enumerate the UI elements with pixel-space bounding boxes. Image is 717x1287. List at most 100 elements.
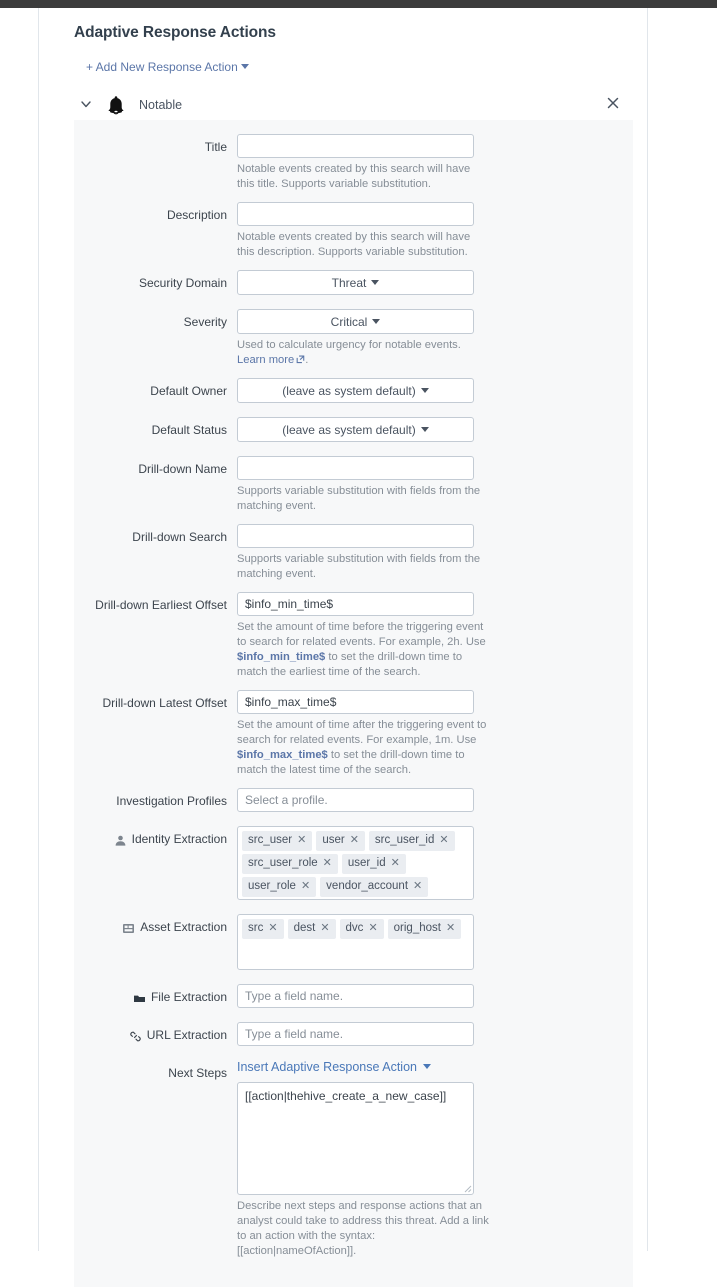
drilldown-earliest-hint-a: Set the amount of time before the trigge…: [237, 621, 486, 648]
token[interactable]: user_id ✕: [341, 854, 406, 874]
drilldown-search-input[interactable]: [237, 524, 474, 548]
chevron-down-icon: [372, 319, 381, 324]
token[interactable]: orig_host ✕: [387, 919, 462, 939]
default-owner-select[interactable]: (leave as system default): [237, 378, 474, 403]
drilldown-earliest-input[interactable]: [237, 592, 474, 616]
server-icon: [122, 922, 135, 935]
asset-extraction-label: Asset Extraction: [140, 920, 227, 934]
form-row-drilldown-latest: Drill-down Latest Offset Set the amount …: [74, 690, 633, 788]
next-steps-label: Next Steps: [168, 1066, 227, 1080]
remove-token-icon[interactable]: ✕: [323, 858, 332, 869]
folder-icon: [133, 992, 146, 1005]
remove-token-icon[interactable]: ✕: [301, 881, 310, 892]
token[interactable]: dest ✕: [287, 919, 336, 939]
token[interactable]: user ✕: [316, 831, 365, 851]
severity-label: Severity: [183, 315, 227, 329]
drilldown-search-label: Drill-down Search: [132, 530, 227, 544]
description-input[interactable]: [237, 202, 474, 226]
token[interactable]: src ✕: [242, 919, 284, 939]
insert-adaptive-response-action-label: Insert Adaptive Response Action: [237, 1060, 417, 1074]
adaptive-response-actions-panel: Adaptive Response Actions + Add New Resp…: [39, 8, 647, 1287]
form-row-asset-extraction: Asset Extraction src ✕ dest ✕ dvc ✕ orig_ho…: [74, 914, 633, 984]
remove-token-icon[interactable]: ✕: [320, 923, 329, 934]
chevron-down-icon[interactable]: [79, 97, 93, 111]
url-extraction-input[interactable]: [237, 1022, 474, 1046]
form-row-investigation-profiles: Investigation Profiles: [74, 788, 633, 826]
remove-token-icon[interactable]: ✕: [297, 835, 306, 846]
drilldown-name-label: Drill-down Name: [138, 462, 227, 476]
token-label: user: [322, 834, 345, 846]
insert-adaptive-response-action-button[interactable]: Insert Adaptive Response Action: [237, 1060, 431, 1074]
window-top-bar: [0, 0, 717, 8]
token[interactable]: vendor_account ✕: [320, 877, 429, 897]
drilldown-latest-input[interactable]: [237, 690, 474, 714]
learn-more-link[interactable]: Learn more: [237, 354, 294, 366]
token[interactable]: src_user_id ✕: [368, 831, 455, 851]
action-name-label: Notable: [139, 98, 183, 112]
default-status-select[interactable]: (leave as system default): [237, 417, 474, 442]
token-label: vendor_account: [326, 880, 409, 892]
token[interactable]: src_user_role ✕: [242, 854, 338, 874]
form-row-severity: Severity Critical Used to calculate urge…: [74, 309, 633, 378]
external-link-icon: [296, 355, 305, 364]
token-label: orig_host: [393, 922, 441, 934]
remove-token-icon[interactable]: ✕: [350, 835, 359, 846]
description-label: Description: [166, 208, 227, 222]
remove-token-icon[interactable]: ✕: [439, 835, 448, 846]
title-hint: Notable events created by this search wi…: [237, 163, 471, 190]
title-input[interactable]: [237, 134, 474, 158]
token[interactable]: src_user ✕: [242, 831, 313, 851]
chevron-down-icon: [420, 427, 429, 432]
token-label: src_user_id: [374, 834, 435, 846]
drilldown-latest-hint-code: $info_max_time$: [237, 749, 328, 761]
token[interactable]: dvc ✕: [339, 919, 384, 939]
drilldown-name-input[interactable]: [237, 456, 474, 480]
form-row-description: Description Notable events created by th…: [74, 202, 633, 270]
remove-token-icon[interactable]: ✕: [391, 858, 400, 869]
remove-token-icon[interactable]: ✕: [413, 881, 422, 892]
token[interactable]: user_role ✕: [242, 877, 317, 897]
token-label: user_id: [347, 857, 386, 869]
notable-action-header: Notable: [39, 90, 647, 120]
chevron-down-icon: [420, 388, 429, 393]
drilldown-latest-hint: Set the amount of time after the trigger…: [237, 718, 490, 778]
form-row-url-extraction: URL Extraction: [74, 1022, 633, 1060]
identity-extraction-tokenbox[interactable]: src_user ✕ user ✕ src_user_id ✕ src_user_ro…: [237, 826, 474, 900]
token-label: user_role: [248, 880, 296, 892]
description-hint: Notable events created by this search wi…: [237, 231, 471, 258]
file-extraction-label-wrap: File Extraction: [74, 984, 237, 1004]
remove-token-icon[interactable]: ✕: [268, 923, 277, 934]
drilldown-latest-hint-a: Set the amount of time after the trigger…: [237, 719, 487, 746]
remove-token-icon[interactable]: ✕: [368, 923, 377, 934]
investigation-profiles-input[interactable]: [237, 788, 474, 812]
drilldown-latest-label: Drill-down Latest Offset: [102, 696, 228, 710]
file-extraction-input[interactable]: [237, 984, 474, 1008]
severity-hint: Used to calculate urgency for notable ev…: [237, 338, 490, 368]
token-label: src_user: [248, 834, 293, 846]
bell-icon: [105, 94, 127, 116]
asset-extraction-tokenbox[interactable]: src ✕ dest ✕ dvc ✕ orig_host ✕: [237, 914, 474, 970]
drilldown-earliest-hint-code: $info_min_time$: [237, 651, 326, 663]
severity-select[interactable]: Critical: [237, 309, 474, 334]
security-domain-select[interactable]: Threat: [237, 270, 474, 295]
title-label: Title: [204, 140, 227, 154]
default-status-value: (leave as system default): [282, 422, 416, 437]
url-extraction-label: URL Extraction: [146, 1028, 227, 1042]
page-title: Adaptive Response Actions: [74, 24, 276, 41]
form-row-drilldown-earliest: Drill-down Earliest Offset Set the amoun…: [74, 592, 633, 690]
file-extraction-label: File Extraction: [150, 990, 227, 1004]
chevron-down-icon: [422, 1064, 431, 1070]
next-steps-hint: Describe next steps and response actions…: [237, 1200, 489, 1257]
add-new-response-action-button[interactable]: + Add New Response Action: [86, 60, 249, 74]
next-steps-textarea[interactable]: [237, 1082, 474, 1195]
remove-token-icon[interactable]: ✕: [446, 923, 455, 934]
next-steps-textarea-wrap: [237, 1082, 474, 1195]
form-row-identity-extraction: Identity Extraction src_user ✕ user ✕ src_…: [74, 826, 633, 914]
form-row-default-status: Default Status (leave as system default): [74, 417, 633, 456]
default-owner-value: (leave as system default): [282, 383, 416, 398]
close-icon[interactable]: [605, 95, 621, 111]
form-row-default-owner: Default Owner (leave as system default): [74, 378, 633, 417]
form-row-drilldown-name: Drill-down Name Supports variable substi…: [74, 456, 633, 524]
security-domain-value: Threat: [331, 275, 367, 290]
form-row-file-extraction: File Extraction: [74, 984, 633, 1022]
